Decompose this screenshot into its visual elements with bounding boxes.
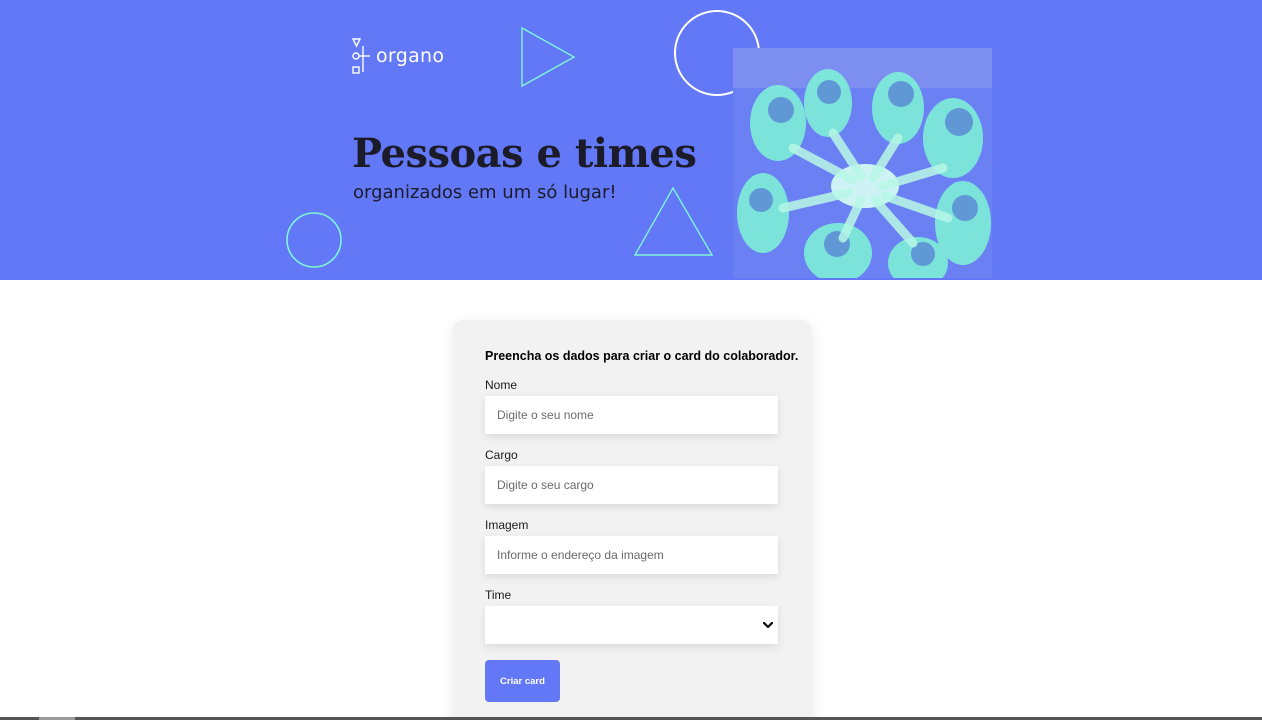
team-hands-photo	[733, 48, 992, 278]
triangle-decoration-icon	[521, 26, 576, 88]
team-select[interactable]	[485, 606, 778, 644]
hero-title: Pessoas e times	[352, 130, 697, 177]
image-url-input[interactable]	[485, 536, 778, 574]
create-card-button[interactable]: Criar card	[485, 660, 560, 702]
image-label: Imagem	[485, 518, 529, 532]
team-label: Time	[485, 588, 512, 602]
triangle-decoration-icon	[633, 186, 714, 256]
role-input[interactable]	[485, 466, 778, 504]
form-heading: Preencha os dados para criar o card do c…	[485, 349, 799, 363]
name-label: Nome	[485, 378, 518, 392]
chevron-down-icon	[762, 621, 774, 629]
logo-text: organo	[376, 44, 445, 67]
org-chart-icon	[351, 38, 370, 74]
circle-decoration-icon	[286, 212, 342, 268]
hero-subtitle: organizados em um só lugar!	[353, 182, 617, 203]
collaborator-form: Preencha os dados para criar o card do c…	[453, 320, 812, 720]
role-label: Cargo	[485, 448, 518, 462]
hero-banner: organo Pessoas e times organizados em um…	[0, 0, 1262, 280]
logo: organo	[350, 36, 444, 76]
name-input[interactable]	[485, 396, 778, 434]
